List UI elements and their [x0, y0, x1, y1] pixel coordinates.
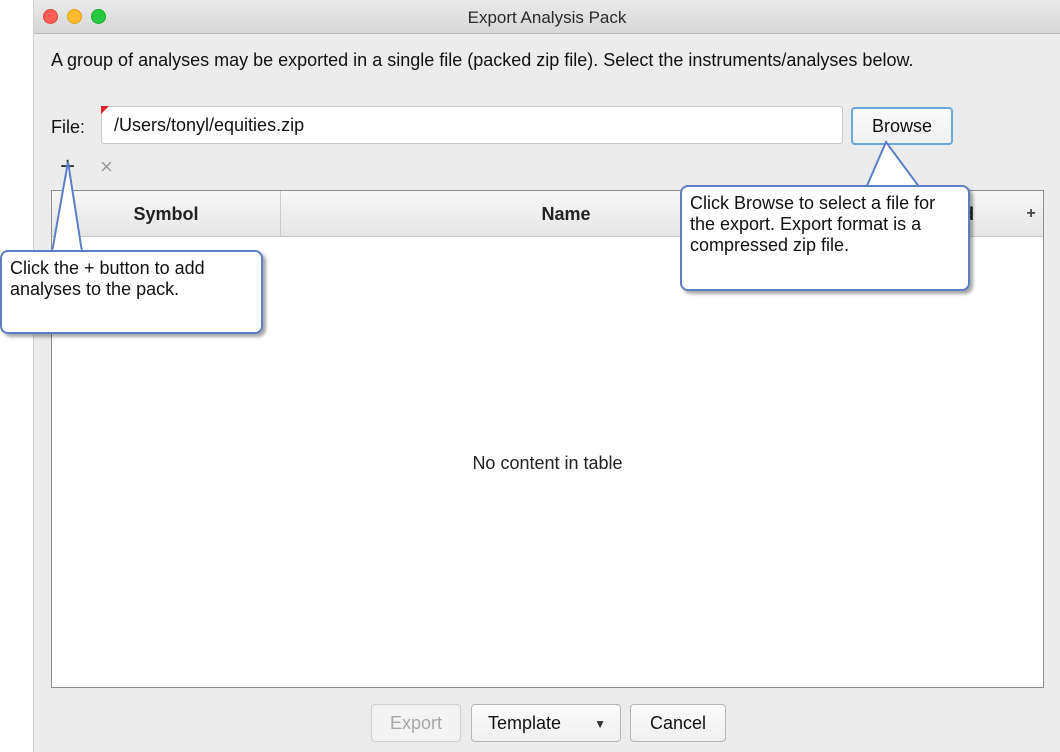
- cancel-button[interactable]: Cancel: [630, 704, 726, 742]
- file-label: File:: [51, 117, 86, 137]
- export-analysis-pack-window: Export Analysis Pack A group of analyses…: [33, 0, 1060, 752]
- template-label: Template: [488, 712, 562, 733]
- empty-table-message: No content in table: [472, 453, 623, 473]
- add-column-icon[interactable]: +: [1018, 191, 1044, 237]
- plus-callout-pointer: [50, 161, 84, 253]
- chevron-down-icon: ▼: [594, 717, 606, 731]
- template-dropdown-button[interactable]: Template ▼: [471, 704, 621, 742]
- file-path-input[interactable]: [101, 106, 843, 144]
- instructions-text: A group of analyses may be exported in a…: [51, 50, 914, 70]
- required-field-marker: [101, 106, 109, 114]
- add-button-callout: Click the + button to add analyses to th…: [0, 250, 263, 334]
- browse-callout-pointer: [864, 140, 922, 189]
- browse-button-callout: Click Browse to select a file for the ex…: [680, 185, 970, 291]
- close-icon[interactable]: ×: [100, 155, 113, 179]
- export-button[interactable]: Export: [371, 704, 461, 742]
- window-title: Export Analysis Pack: [467, 8, 627, 27]
- title-bar: Export Analysis Pack: [34, 0, 1060, 34]
